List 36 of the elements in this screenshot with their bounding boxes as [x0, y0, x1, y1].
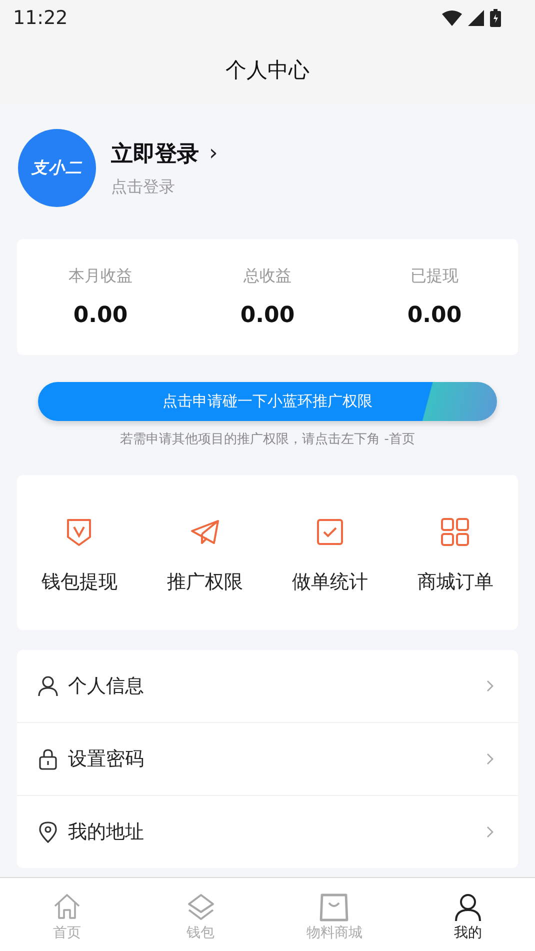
stat-value: 0.00 [240, 303, 295, 328]
chevron-icon [486, 753, 494, 765]
hint-text: 若需申请其他项目的推广权限，请点击左下角 -首页 [120, 431, 415, 448]
menu-item[interactable]: 我的地址 [68, 819, 486, 845]
shortcut-link[interactable]: 做单统计 [292, 568, 368, 594]
menu-item[interactable]: 个人信息 [68, 673, 486, 699]
battery-icon [490, 9, 501, 27]
login-link[interactable]: 立即登录 [111, 138, 199, 168]
shopping-bag-icon [319, 892, 350, 922]
signal-icon [468, 10, 484, 26]
stat-value: 0.00 [73, 303, 128, 328]
chevron-icon: › [209, 142, 218, 164]
stat-label: 已提现 [410, 266, 458, 287]
stat-label: 总收益 [244, 266, 292, 287]
status-time: 11:22 [13, 7, 68, 29]
shortcut-link[interactable]: 推广权限 [166, 568, 243, 594]
avatar-logo: 支小二 [18, 129, 96, 207]
person-icon [38, 675, 58, 697]
checkbox-icon [315, 516, 346, 546]
grid-icon [440, 516, 470, 546]
stat-label: 本月收益 [68, 266, 132, 287]
chevron-icon [486, 680, 494, 692]
login-hint: 点击登录 [111, 176, 176, 198]
person-icon [453, 892, 484, 922]
tab[interactable]: 我的 [401, 878, 535, 951]
shortcut-link[interactable]: 钱包提现 [42, 568, 118, 594]
chevron-icon [486, 826, 494, 838]
lock-icon [38, 748, 58, 770]
layers-icon [186, 892, 216, 922]
wifi-icon [442, 10, 462, 26]
page-title: 个人中心 [226, 57, 310, 84]
stat-value: 0.00 [407, 303, 462, 328]
shortcut-link[interactable]: 商城订单 [417, 568, 494, 594]
menu-item[interactable]: 设置密码 [68, 746, 486, 772]
location-pin-icon [38, 821, 58, 843]
house-icon [52, 892, 82, 922]
